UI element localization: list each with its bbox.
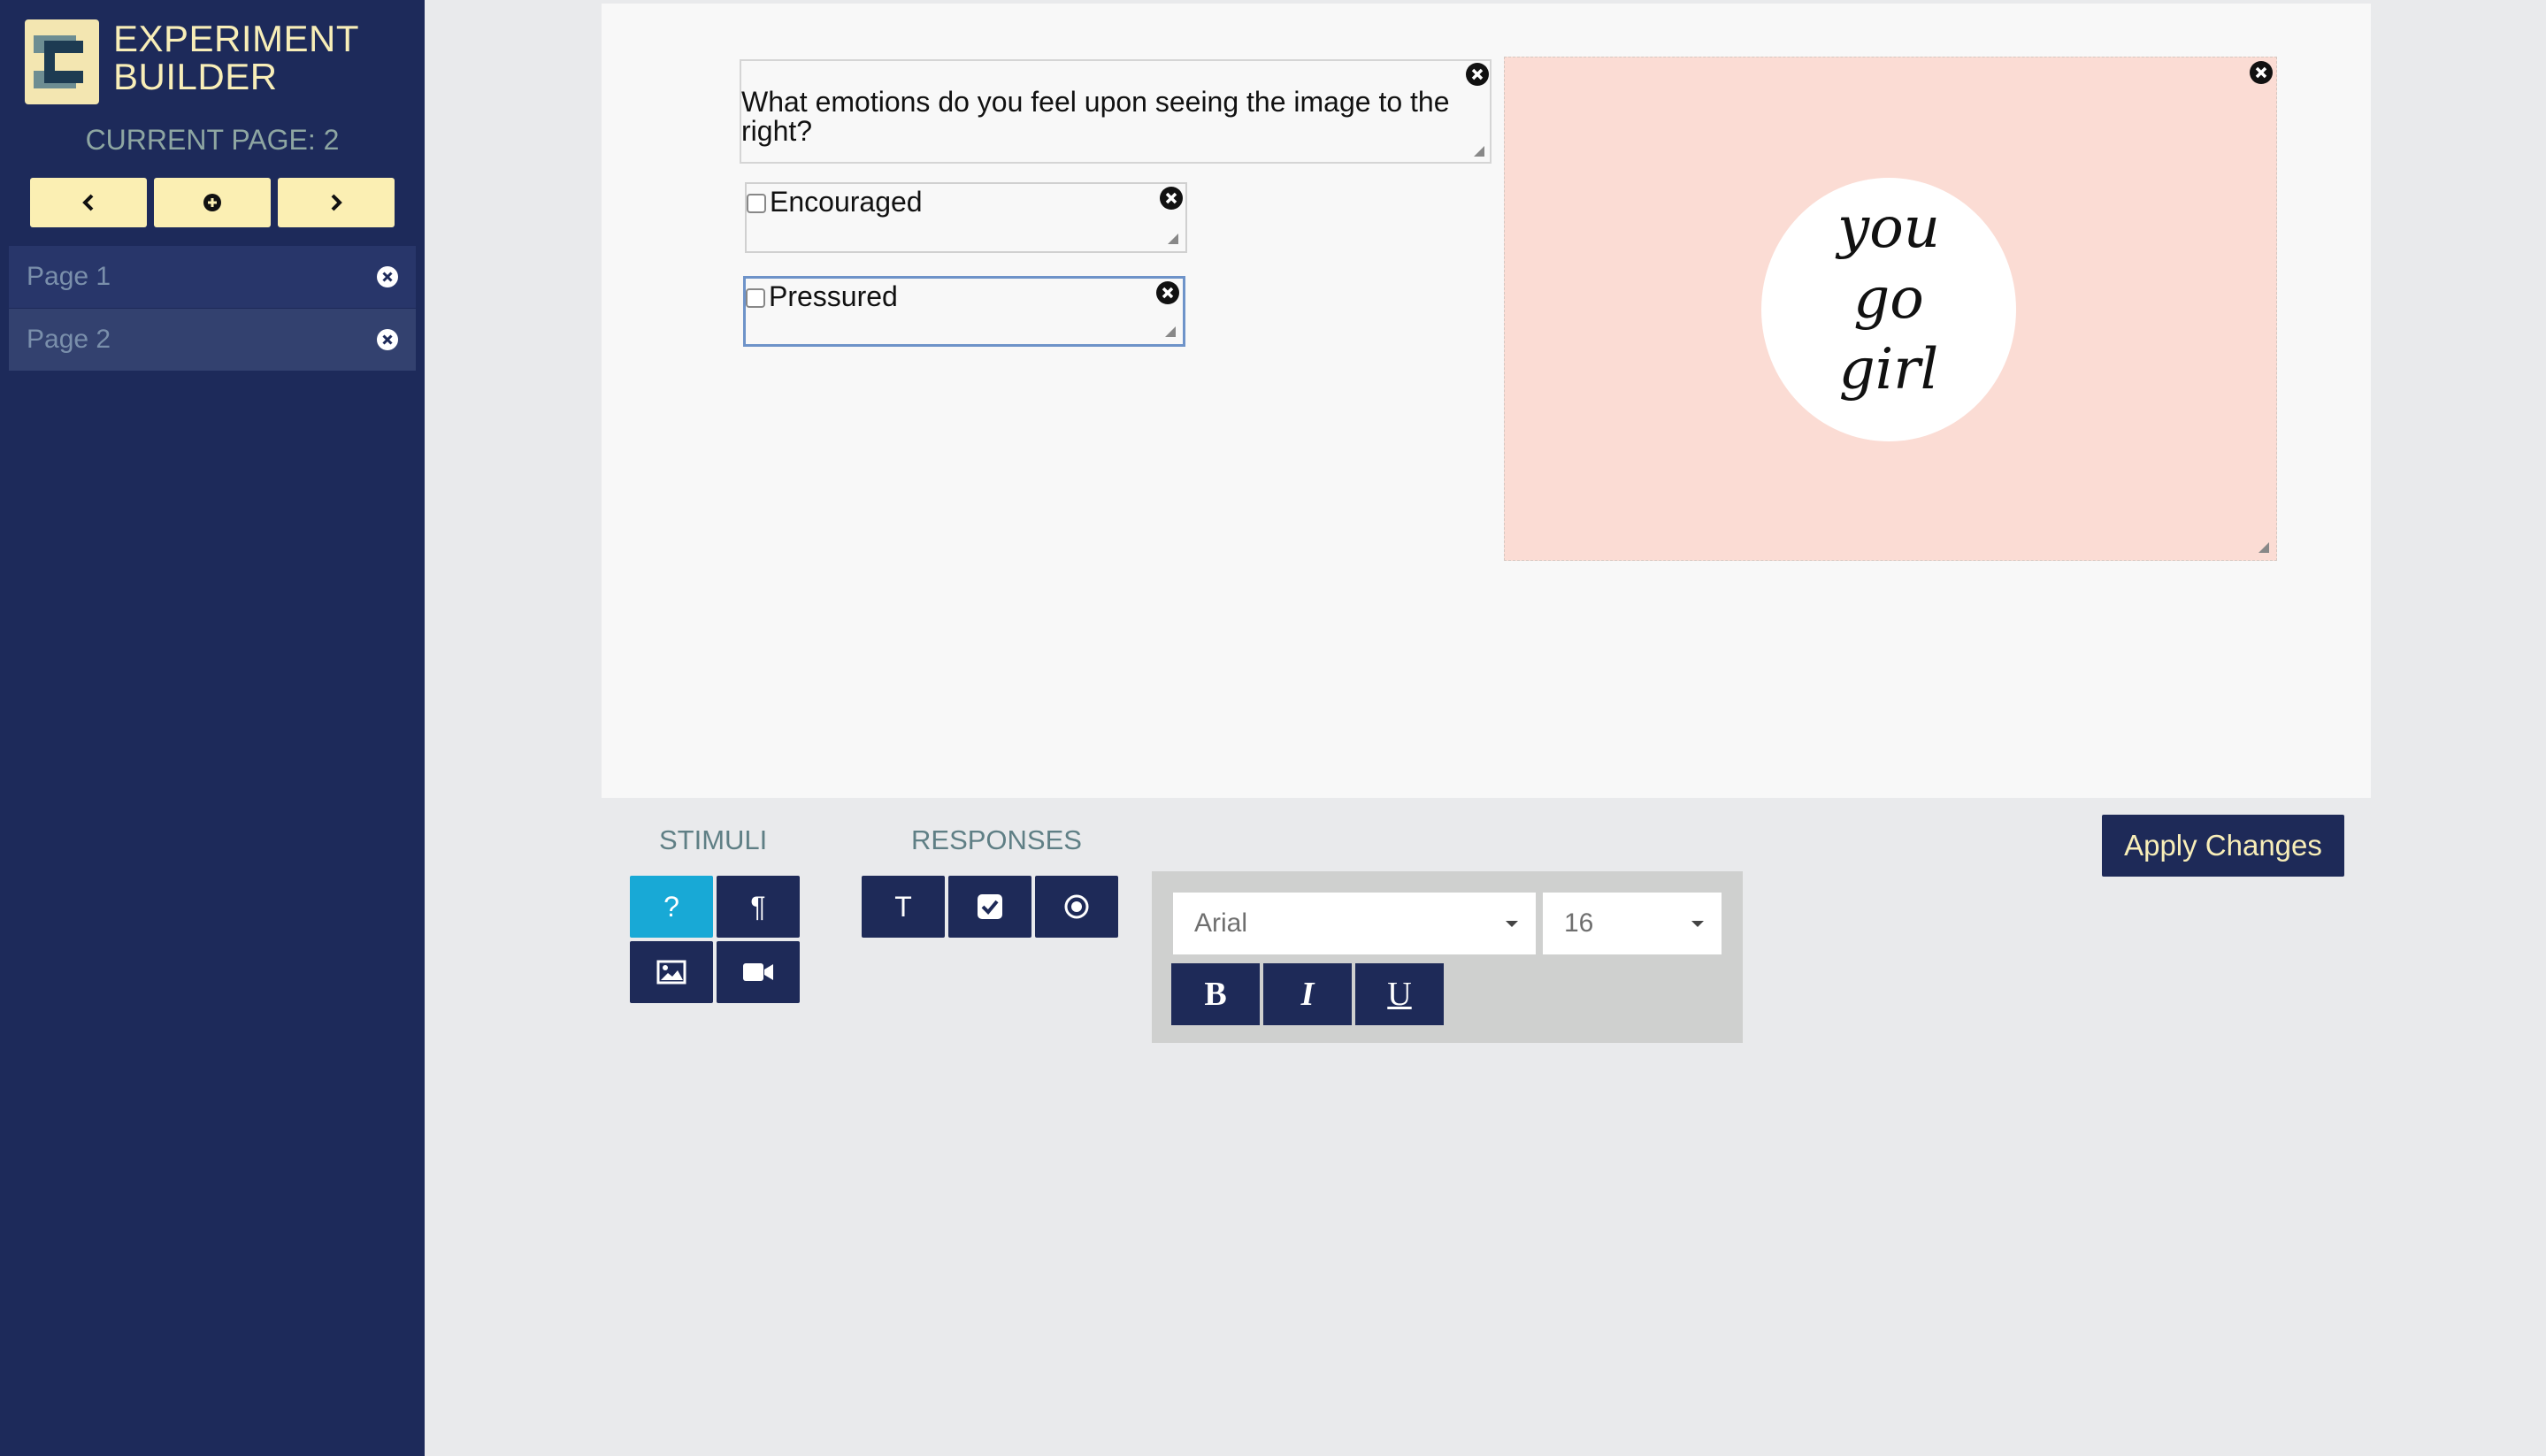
add-radio-response-button[interactable] bbox=[1035, 876, 1118, 938]
checkbox[interactable] bbox=[746, 288, 765, 308]
resize-handle-icon[interactable] bbox=[1472, 144, 1484, 157]
image-stimulus[interactable]: you go girl bbox=[1504, 57, 2277, 561]
resize-handle-icon[interactable] bbox=[1166, 232, 1178, 244]
plus-circle-icon bbox=[203, 194, 221, 211]
chevron-left-icon bbox=[82, 194, 94, 211]
underline-button[interactable]: U bbox=[1355, 963, 1444, 1025]
question-text-line2: right? bbox=[741, 115, 813, 147]
delete-page-icon[interactable] bbox=[377, 329, 398, 350]
italic-label: I bbox=[1300, 976, 1315, 1013]
page-item-label: Page 2 bbox=[27, 325, 111, 354]
add-checkbox-response-button[interactable] bbox=[948, 876, 1031, 938]
prev-page-button[interactable] bbox=[30, 178, 147, 227]
delete-response-icon[interactable] bbox=[1155, 280, 1180, 305]
delete-page-icon[interactable] bbox=[377, 266, 398, 287]
underline-label: U bbox=[1387, 976, 1412, 1013]
delete-response-icon[interactable] bbox=[1159, 186, 1184, 211]
page-item-2[interactable]: Page 2 bbox=[9, 309, 416, 371]
apply-changes-label: Apply Changes bbox=[2124, 829, 2322, 862]
response-option-1[interactable]: Encouraged bbox=[745, 182, 1187, 253]
add-video-button[interactable] bbox=[717, 941, 800, 1003]
checkbox-icon bbox=[978, 894, 1002, 919]
add-question-button[interactable]: ? bbox=[630, 876, 713, 938]
bold-button[interactable]: B bbox=[1171, 963, 1260, 1025]
next-page-button[interactable] bbox=[278, 178, 395, 227]
caret-down-icon bbox=[1506, 921, 1518, 927]
question-text-line1: What emotions do you feel upon seeing th… bbox=[741, 86, 1450, 118]
page-list: Page 1 Page 2 bbox=[9, 246, 416, 372]
video-camera-icon bbox=[743, 963, 773, 981]
brand-line2: BUILDER bbox=[113, 56, 278, 97]
resize-handle-icon[interactable] bbox=[1163, 325, 1176, 337]
brand-line1: EXPERIMENT bbox=[113, 18, 360, 59]
italic-button[interactable]: I bbox=[1263, 963, 1352, 1025]
image-text-line2: go bbox=[1853, 266, 1924, 332]
checkbox[interactable] bbox=[747, 194, 766, 213]
app-root: EXPERIMENT BUILDER CURRENT PAGE: 2 Page … bbox=[0, 0, 2546, 1456]
format-panel: Arial 16 B I U bbox=[1152, 871, 1743, 1043]
resize-handle-icon[interactable] bbox=[2257, 540, 2269, 553]
question-icon: ? bbox=[663, 890, 679, 923]
image-text-line3: girl bbox=[1838, 337, 1939, 402]
logo-icon bbox=[25, 19, 99, 104]
stimuli-title: STIMULI bbox=[659, 824, 768, 855]
font-family-value: Arial bbox=[1194, 908, 1248, 938]
font-size-value: 16 bbox=[1564, 908, 1594, 938]
question-stimulus[interactable]: What emotions do you feel upon seeing th… bbox=[740, 59, 1492, 164]
add-text-response-button[interactable]: T bbox=[862, 876, 945, 938]
caret-down-icon bbox=[1691, 921, 1704, 927]
response-option-2[interactable]: Pressured bbox=[743, 276, 1185, 347]
delete-question-icon[interactable] bbox=[1465, 62, 1490, 87]
radio-icon bbox=[1064, 894, 1089, 919]
image-circle: you go girl bbox=[1761, 178, 2016, 441]
brand-title: EXPERIMENT BUILDER bbox=[113, 19, 359, 96]
add-paragraph-button[interactable]: ¶ bbox=[717, 876, 800, 938]
image-icon bbox=[656, 960, 686, 985]
current-page-label: CURRENT PAGE: 2 bbox=[85, 124, 340, 156]
responses-title: RESPONSES bbox=[911, 824, 1082, 855]
chevron-right-icon bbox=[331, 194, 342, 211]
image-text-line1: you bbox=[1837, 195, 1940, 261]
font-family-select[interactable]: Arial bbox=[1173, 893, 1536, 954]
add-page-button[interactable] bbox=[154, 178, 271, 227]
font-size-select[interactable]: 16 bbox=[1543, 893, 1722, 954]
text-icon: T bbox=[894, 890, 912, 923]
add-image-button[interactable] bbox=[630, 941, 713, 1003]
apply-changes-button[interactable]: Apply Changes bbox=[2102, 815, 2344, 877]
response-label: Pressured bbox=[769, 280, 898, 312]
response-label: Encouraged bbox=[770, 186, 923, 218]
page-item-label: Page 1 bbox=[27, 262, 111, 291]
page-canvas: What emotions do you feel upon seeing th… bbox=[602, 4, 2371, 798]
page-item-1[interactable]: Page 1 bbox=[9, 246, 416, 308]
paragraph-icon: ¶ bbox=[750, 890, 766, 923]
delete-image-icon[interactable] bbox=[2249, 60, 2274, 85]
bold-label: B bbox=[1204, 976, 1227, 1013]
sidebar: EXPERIMENT BUILDER CURRENT PAGE: 2 Page … bbox=[0, 0, 425, 1456]
